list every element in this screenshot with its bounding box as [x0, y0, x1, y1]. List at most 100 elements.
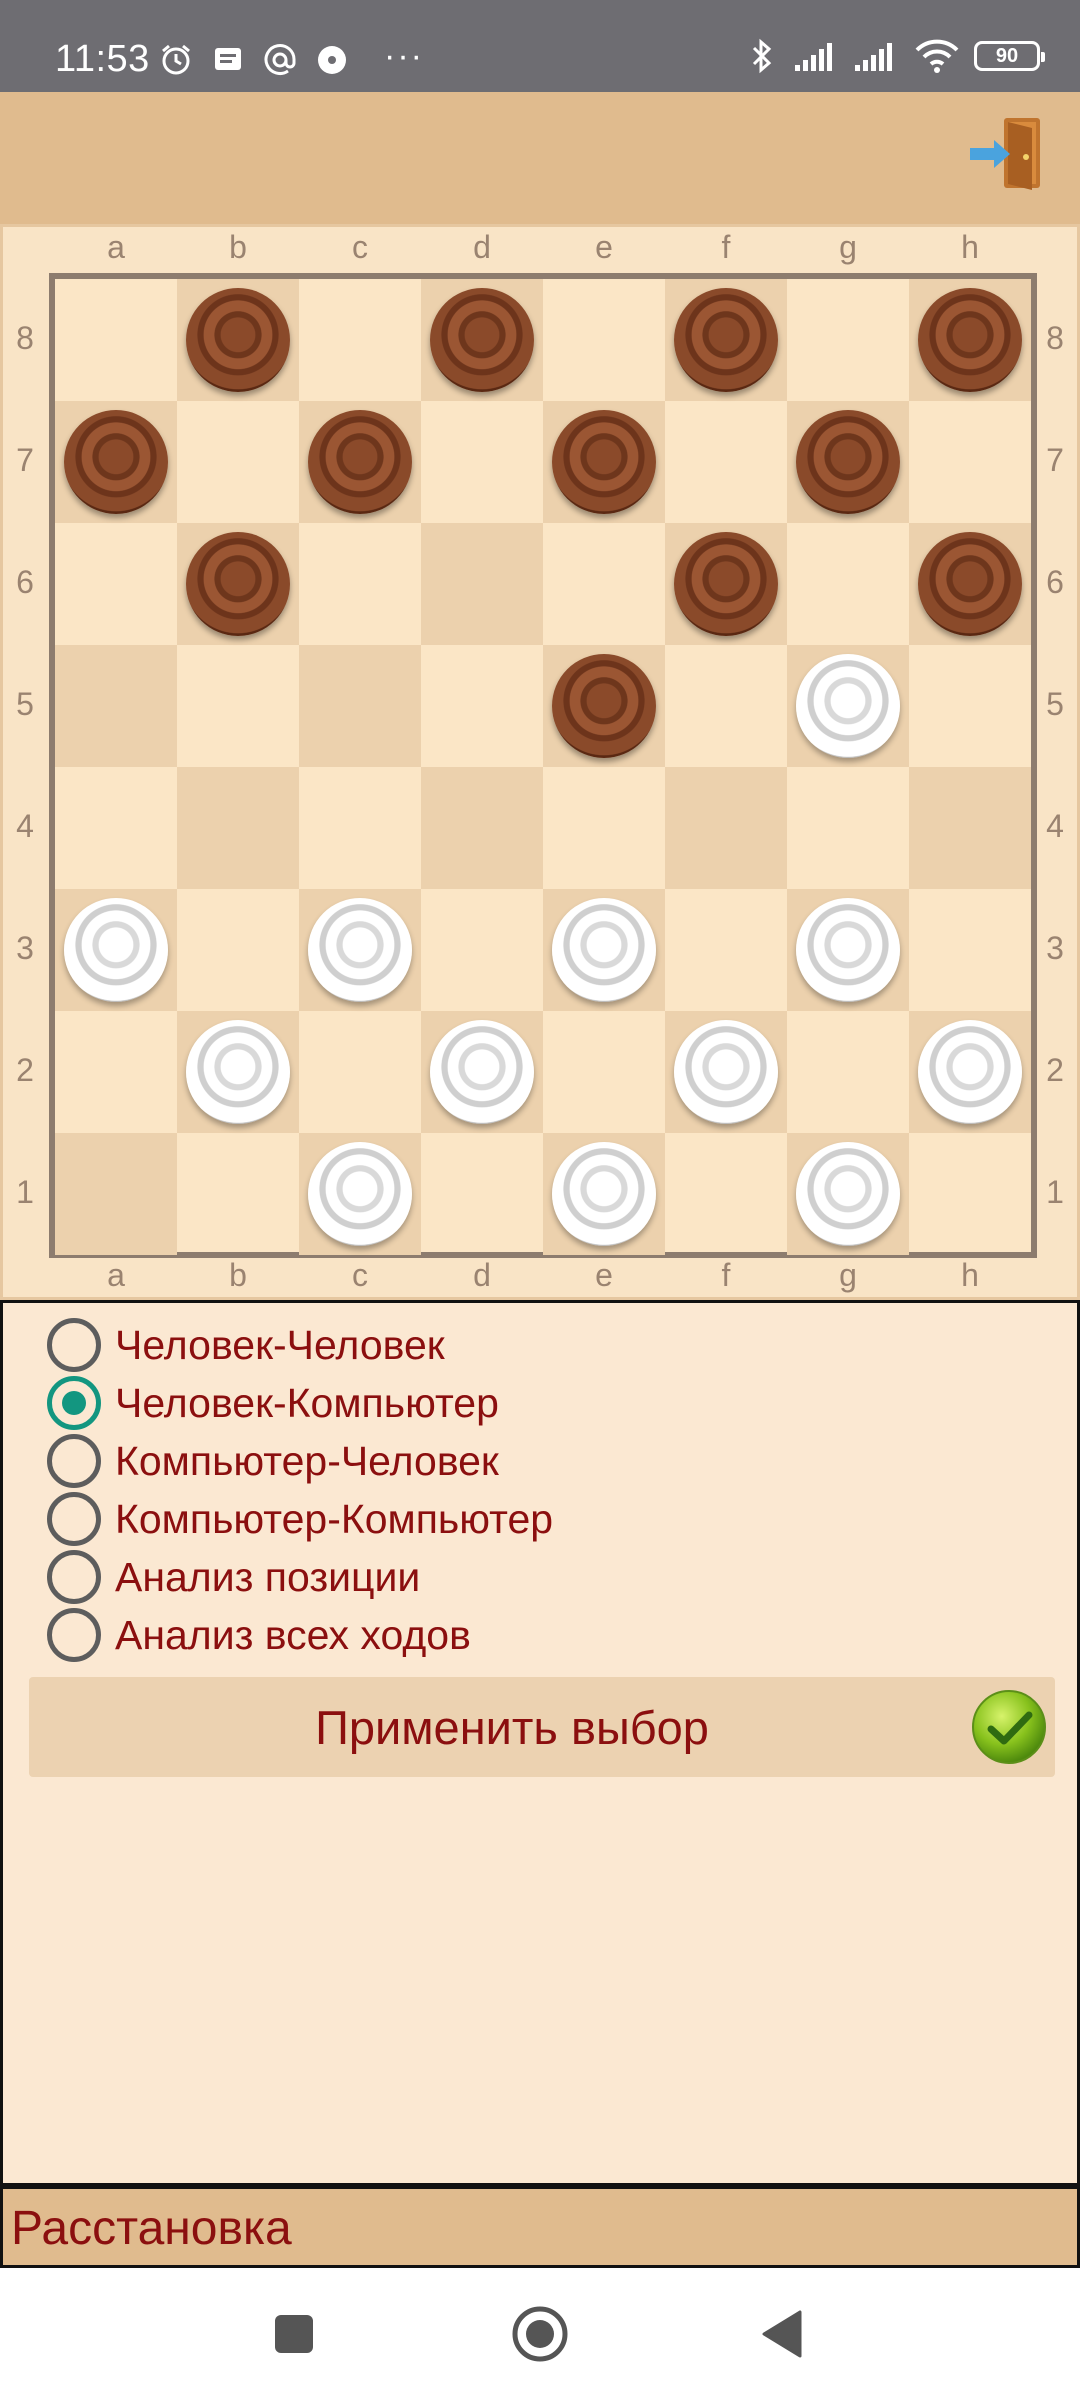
square-f1[interactable]	[665, 1133, 787, 1255]
square-a1[interactable]	[55, 1133, 177, 1255]
checkers-board[interactable]	[49, 273, 1037, 1258]
white-checker-g3[interactable]	[796, 898, 900, 1002]
mode-option-5[interactable]: Анализ всех ходов	[47, 1607, 471, 1663]
mode-option-1[interactable]: Человек-Компьютер	[47, 1375, 499, 1431]
mode-option-3[interactable]: Компьютер-Компьютер	[47, 1491, 553, 1547]
square-e4[interactable]	[543, 767, 665, 889]
square-g4[interactable]	[787, 767, 909, 889]
mode-option-label: Анализ всех ходов	[115, 1611, 471, 1658]
black-checker-e7[interactable]	[552, 410, 656, 514]
square-d7[interactable]	[421, 401, 543, 523]
white-checker-f2[interactable]	[674, 1020, 778, 1124]
square-c8[interactable]	[299, 279, 421, 401]
black-checker-a7[interactable]	[64, 410, 168, 514]
square-c4[interactable]	[299, 767, 421, 889]
square-g2[interactable]	[787, 1011, 909, 1133]
rank-label-2: 2	[1046, 1052, 1064, 1088]
square-b4[interactable]	[177, 767, 299, 889]
square-c5[interactable]	[299, 645, 421, 767]
status-icons-left: ···	[158, 37, 424, 82]
mode-option-label: Компьютер-Компьютер	[115, 1495, 554, 1542]
square-b7[interactable]	[177, 401, 299, 523]
square-e6[interactable]	[543, 523, 665, 645]
square-g6[interactable]	[787, 523, 909, 645]
radio-button[interactable]	[47, 1318, 101, 1372]
file-label-g: g	[839, 229, 857, 265]
radio-button[interactable]	[47, 1376, 101, 1430]
black-checker-e5[interactable]	[552, 654, 656, 758]
home-button[interactable]	[510, 2304, 570, 2364]
radio-button[interactable]	[47, 1434, 101, 1488]
exit-button[interactable]	[966, 110, 1052, 196]
setup-label[interactable]: Расстановка	[11, 2201, 292, 2256]
square-f3[interactable]	[665, 889, 787, 1011]
black-checker-d8[interactable]	[430, 288, 534, 392]
black-checker-c7[interactable]	[308, 410, 412, 514]
square-g8[interactable]	[787, 279, 909, 401]
square-b5[interactable]	[177, 645, 299, 767]
square-d6[interactable]	[421, 523, 543, 645]
square-h3[interactable]	[909, 889, 1031, 1011]
black-checker-b6[interactable]	[186, 532, 290, 636]
mode-option-0[interactable]: Человек-Человек	[47, 1317, 445, 1373]
square-a2[interactable]	[55, 1011, 177, 1133]
square-h5[interactable]	[909, 645, 1031, 767]
radio-button[interactable]	[47, 1608, 101, 1662]
white-checker-e3[interactable]	[552, 898, 656, 1002]
square-e8[interactable]	[543, 279, 665, 401]
white-checker-g1[interactable]	[796, 1142, 900, 1246]
square-b1[interactable]	[177, 1133, 299, 1255]
white-checker-d2[interactable]	[430, 1020, 534, 1124]
square-d3[interactable]	[421, 889, 543, 1011]
wifi-icon	[914, 38, 960, 74]
black-checker-g7[interactable]	[796, 410, 900, 514]
status-icons-right: 90	[744, 34, 1045, 78]
white-checker-g5[interactable]	[796, 654, 900, 758]
white-checker-e1[interactable]	[552, 1142, 656, 1246]
square-d1[interactable]	[421, 1133, 543, 1255]
square-c2[interactable]	[299, 1011, 421, 1133]
rank-label-7: 7	[16, 442, 34, 478]
black-checker-h6[interactable]	[918, 532, 1022, 636]
recents-button[interactable]	[264, 2304, 324, 2364]
mode-option-label: Анализ позиции	[115, 1553, 421, 1600]
mode-option-4[interactable]: Анализ позиции	[47, 1549, 420, 1605]
rank-label-8: 8	[16, 320, 34, 356]
file-label-b: b	[229, 1257, 247, 1293]
square-f4[interactable]	[665, 767, 787, 889]
apply-selection-button[interactable]: Применить выбор	[29, 1677, 1055, 1777]
white-checker-c3[interactable]	[308, 898, 412, 1002]
white-checker-b2[interactable]	[186, 1020, 290, 1124]
square-b3[interactable]	[177, 889, 299, 1011]
checkmark-icon	[972, 1690, 1046, 1764]
mode-option-2[interactable]: Компьютер-Человек	[47, 1433, 499, 1489]
back-button[interactable]	[752, 2304, 812, 2364]
square-a8[interactable]	[55, 279, 177, 401]
info-bar: Расстановка	[0, 2186, 1080, 2268]
rank-label-1: 1	[16, 1174, 34, 1210]
white-checker-h2[interactable]	[918, 1020, 1022, 1124]
square-f7[interactable]	[665, 401, 787, 523]
black-checker-b8[interactable]	[186, 288, 290, 392]
radio-button[interactable]	[47, 1492, 101, 1546]
square-a4[interactable]	[55, 767, 177, 889]
square-a6[interactable]	[55, 523, 177, 645]
square-d4[interactable]	[421, 767, 543, 889]
square-e2[interactable]	[543, 1011, 665, 1133]
black-checker-f6[interactable]	[674, 532, 778, 636]
black-checker-h8[interactable]	[918, 288, 1022, 392]
exit-door-icon	[970, 118, 1040, 190]
black-checker-f8[interactable]	[674, 288, 778, 392]
square-h7[interactable]	[909, 401, 1031, 523]
white-checker-a3[interactable]	[64, 898, 168, 1002]
back-triangle-icon	[762, 2310, 802, 2358]
radio-button[interactable]	[47, 1550, 101, 1604]
square-a5[interactable]	[55, 645, 177, 767]
square-f5[interactable]	[665, 645, 787, 767]
white-checker-c1[interactable]	[308, 1142, 412, 1246]
square-d5[interactable]	[421, 645, 543, 767]
apply-selection-label: Применить выбор	[315, 1700, 709, 1754]
square-h4[interactable]	[909, 767, 1031, 889]
square-c6[interactable]	[299, 523, 421, 645]
square-h1[interactable]	[909, 1133, 1031, 1255]
